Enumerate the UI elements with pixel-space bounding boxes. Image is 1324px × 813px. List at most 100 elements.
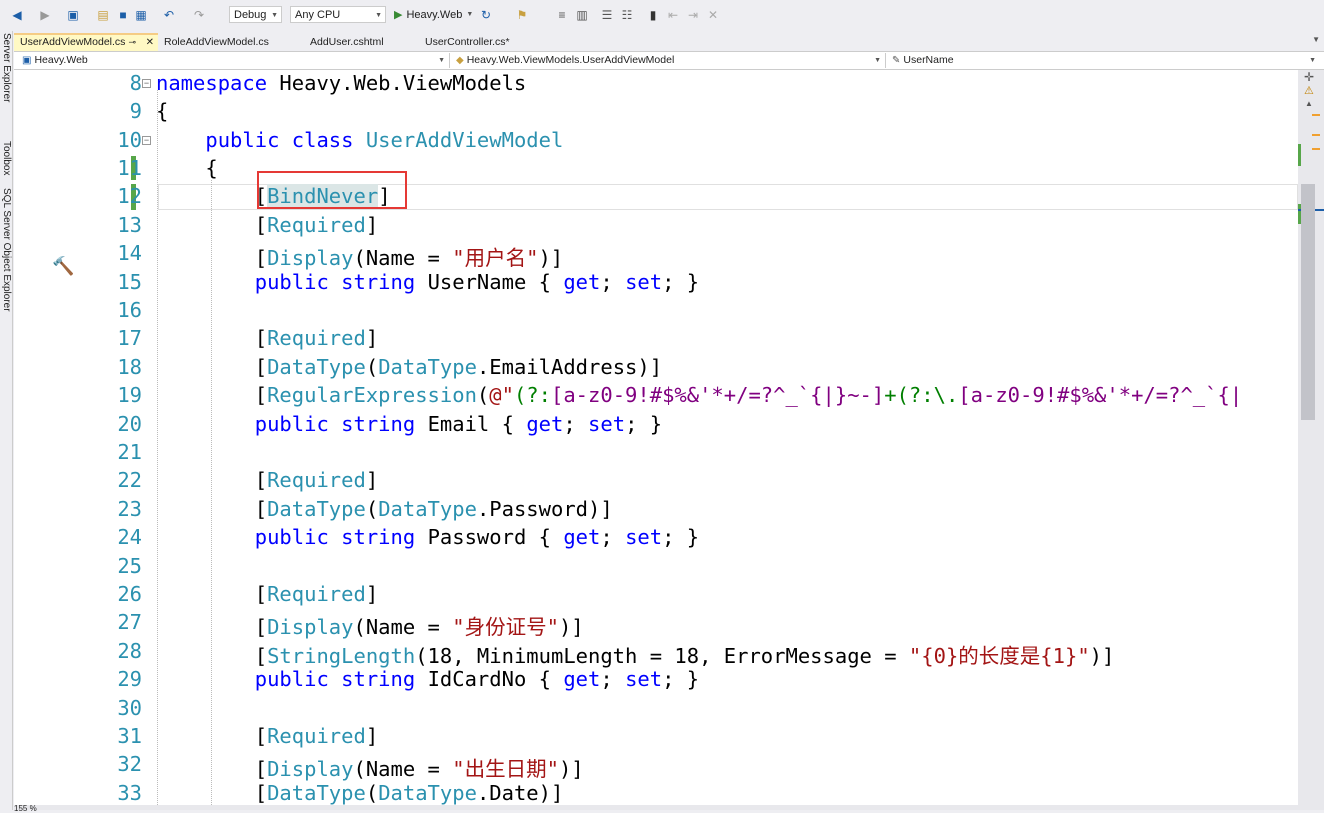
platform-select[interactable]: Any CPU ▼: [290, 6, 386, 23]
keyword: get: [563, 270, 601, 294]
tab-overflow-icon[interactable]: ▼: [1312, 35, 1320, 44]
keyword: string: [341, 412, 416, 436]
server-explorer-tab[interactable]: Server Explorer: [0, 33, 12, 102]
attribute-name: Display: [267, 615, 354, 639]
project-label: Heavy.Web: [34, 54, 88, 66]
property-name: Email: [427, 412, 490, 436]
scroll-up-icon[interactable]: ▲: [1305, 99, 1313, 108]
string-literal: "{0}的长度是{1}": [908, 644, 1090, 668]
save-icon[interactable]: ■: [116, 8, 130, 22]
code-line-23[interactable]: [DataType(DataType.Password)]: [156, 497, 613, 521]
csharp-project-icon: ▣: [22, 55, 32, 66]
line-number: 14: [117, 241, 142, 265]
param-name: ErrorMessage: [723, 644, 872, 668]
regex-quantifier: +: [884, 383, 897, 407]
horizontal-scrollbar[interactable]: [14, 805, 1324, 810]
line-number: 22: [117, 468, 142, 492]
code-line-28[interactable]: [StringLength(18, MinimumLength = 18, Er…: [156, 639, 1115, 669]
config-select[interactable]: Debug ▼: [229, 6, 282, 23]
comment-icon[interactable]: ☰: [600, 8, 614, 22]
bookmark-icon[interactable]: ▮: [646, 8, 660, 22]
project-dropdown[interactable]: ▣ Heavy.Web ▼: [18, 53, 450, 68]
tab-useraddviewmodel[interactable]: UserAddViewModel.cs ⊸ ✕: [14, 33, 158, 51]
format-icon[interactable]: ▥: [575, 8, 589, 22]
member-dropdown[interactable]: ✎ UserName ▼: [888, 53, 1320, 68]
code-line-13[interactable]: [Required]: [156, 213, 378, 237]
forward-icon[interactable]: ▶: [38, 8, 52, 22]
keyword: public: [254, 412, 329, 436]
param-name: Name: [365, 615, 416, 639]
param-name: Name: [365, 757, 416, 781]
code-line-20[interactable]: public string Email { get; set; }: [156, 412, 662, 436]
clear-bookmarks-icon[interactable]: ✕: [706, 8, 720, 22]
code-line-22[interactable]: [Required]: [156, 468, 378, 492]
next-bookmark-icon[interactable]: ⇥: [686, 8, 700, 22]
code-line-29[interactable]: public string IdCardNo { get; set; }: [156, 667, 699, 691]
regex-char-class: [a-z0-9!#$%&'*+/=?^_`{|}~-]: [550, 383, 885, 407]
undo-icon[interactable]: ↶: [162, 8, 176, 22]
split-icon[interactable]: ✛: [1304, 70, 1314, 84]
regex-group: (?:: [513, 383, 551, 407]
tab-adduser[interactable]: AddUser.cshtml: [304, 34, 390, 51]
start-button[interactable]: ▶ Heavy.Web ▼: [394, 8, 473, 22]
chevron-down-icon: ▼: [874, 57, 881, 64]
enum-type: DataType: [378, 497, 477, 521]
vertical-scrollbar[interactable]: ✛ ⚠ ▲: [1298, 70, 1324, 805]
code-line-33[interactable]: [DataType(DataType.Date)]: [156, 781, 564, 805]
refresh-icon[interactable]: ↻: [479, 8, 493, 22]
zoom-level[interactable]: 155 %: [14, 804, 37, 813]
property-name: UserName: [427, 270, 527, 294]
code-line-26[interactable]: [Required]: [156, 582, 378, 606]
code-line-24[interactable]: public string Password { get; set; }: [156, 525, 699, 549]
code-editor[interactable]: − − 🔨 8 9 10 11 12 13 14 15 16 17 18 19 …: [14, 70, 1298, 805]
code-line-14[interactable]: [Display(Name = "用户名")]: [156, 241, 563, 271]
line-number: 12: [117, 184, 142, 208]
type-dropdown[interactable]: ◆ Heavy.Web.ViewModels.UserAddViewModel ▼: [452, 53, 886, 68]
sql-server-object-explorer-tab[interactable]: SQL Server Object Explorer: [0, 188, 12, 312]
scroll-marker: [1312, 134, 1320, 136]
back-icon[interactable]: ◀: [10, 8, 24, 22]
keyword: string: [341, 525, 416, 549]
line-number: 31: [117, 724, 142, 748]
uncomment-icon[interactable]: ☷: [620, 8, 634, 22]
quick-actions-hammer-icon[interactable]: 🔨: [52, 256, 74, 277]
code-line-10[interactable]: public class UserAddViewModel: [156, 128, 563, 152]
keyword: set: [625, 270, 663, 294]
collapse-namespace-icon[interactable]: −: [142, 79, 151, 88]
code-line-15[interactable]: public string UserName { get; set; }: [156, 270, 699, 294]
code-line-27[interactable]: [Display(Name = "身份证号")]: [156, 610, 584, 640]
keyword: get: [563, 525, 601, 549]
collapse-class-icon[interactable]: −: [142, 136, 151, 145]
chevron-down-icon: ▼: [271, 12, 278, 19]
scrollbar-thumb[interactable]: [1301, 184, 1315, 420]
step-icon[interactable]: ≡: [555, 8, 569, 22]
member-label: UserName: [903, 54, 954, 66]
close-icon[interactable]: ✕: [146, 35, 154, 50]
code-line-11[interactable]: {: [156, 156, 217, 180]
find-icon[interactable]: ⚑: [515, 8, 529, 22]
pin-icon[interactable]: ⊸: [128, 35, 136, 50]
code-line-31[interactable]: [Required]: [156, 724, 378, 748]
class-icon: ◆: [456, 55, 464, 66]
code-line-9[interactable]: {: [156, 99, 168, 123]
code-line-19[interactable]: [RegularExpression(@"(?:[a-z0-9!#$%&'*+/…: [156, 383, 1242, 407]
tab-usercontroller[interactable]: UserController.cs*: [419, 34, 516, 51]
property-name: Password: [427, 525, 527, 549]
code-line-17[interactable]: [Required]: [156, 326, 378, 350]
code-line-32[interactable]: [Display(Name = "出生日期")]: [156, 752, 584, 782]
toolbox-tab[interactable]: Toolbox: [0, 141, 12, 175]
attribute-name: Required: [267, 582, 366, 606]
tab-roleaddviewmodel[interactable]: RoleAddViewModel.cs: [158, 34, 275, 51]
line-number: 32: [117, 752, 142, 776]
redo-icon[interactable]: ↷: [192, 8, 206, 22]
prev-bookmark-icon[interactable]: ⇤: [666, 8, 680, 22]
attribute-name: RegularExpression: [267, 383, 477, 407]
open-folder-icon[interactable]: ▤: [96, 8, 110, 22]
save-all-icon[interactable]: ▦: [134, 8, 148, 22]
new-item-icon[interactable]: ▣: [66, 8, 80, 22]
tab-label: RoleAddViewModel.cs: [164, 36, 269, 48]
chevron-down-icon: ▼: [438, 57, 445, 64]
code-line-18[interactable]: [DataType(DataType.EmailAddress)]: [156, 355, 662, 379]
code-line-8[interactable]: namespace Heavy.Web.ViewModels: [156, 71, 526, 95]
keyword: set: [625, 525, 663, 549]
